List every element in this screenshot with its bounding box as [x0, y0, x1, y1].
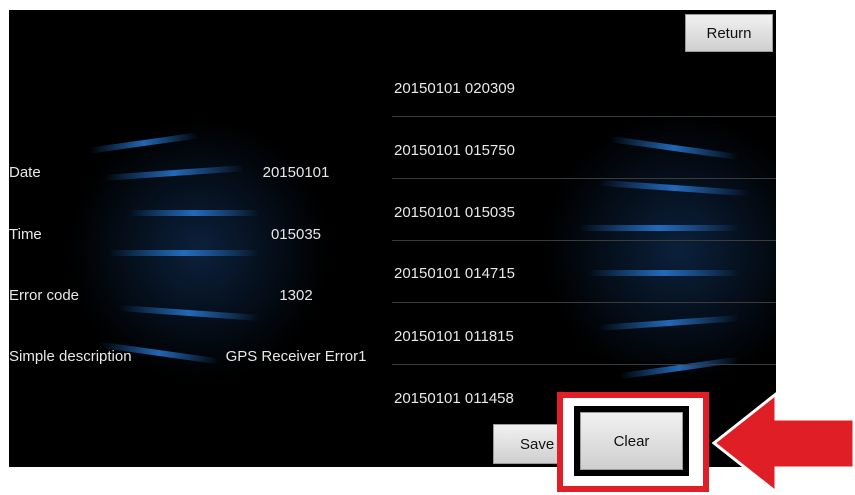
history-item[interactable]: 20150101 014715: [394, 265, 515, 282]
return-button[interactable]: Return: [685, 14, 773, 52]
clear-button[interactable]: Clear: [580, 412, 683, 470]
divider: [392, 178, 776, 179]
time-label: Time: [9, 226, 42, 243]
divider: [392, 116, 776, 117]
divider: [392, 364, 776, 365]
description-label: Simple description: [9, 348, 132, 365]
history-item[interactable]: 20150101 020309: [394, 80, 515, 97]
date-value: 20150101: [262, 164, 330, 181]
divider: [392, 302, 776, 303]
date-label: Date: [9, 164, 41, 181]
description-value: GPS Receiver Error1: [225, 348, 367, 365]
left-arrow-icon: [712, 392, 855, 495]
history-item[interactable]: 20150101 011458: [394, 390, 514, 407]
history-item[interactable]: 20150101 015035: [394, 204, 515, 221]
history-item[interactable]: 20150101 015750: [394, 142, 515, 159]
history-item[interactable]: 20150101 011815: [394, 328, 514, 345]
divider: [392, 240, 776, 241]
error-code-value: 1302: [279, 287, 313, 304]
time-value: 015035: [270, 226, 322, 243]
error-code-label: Error code: [9, 287, 80, 304]
